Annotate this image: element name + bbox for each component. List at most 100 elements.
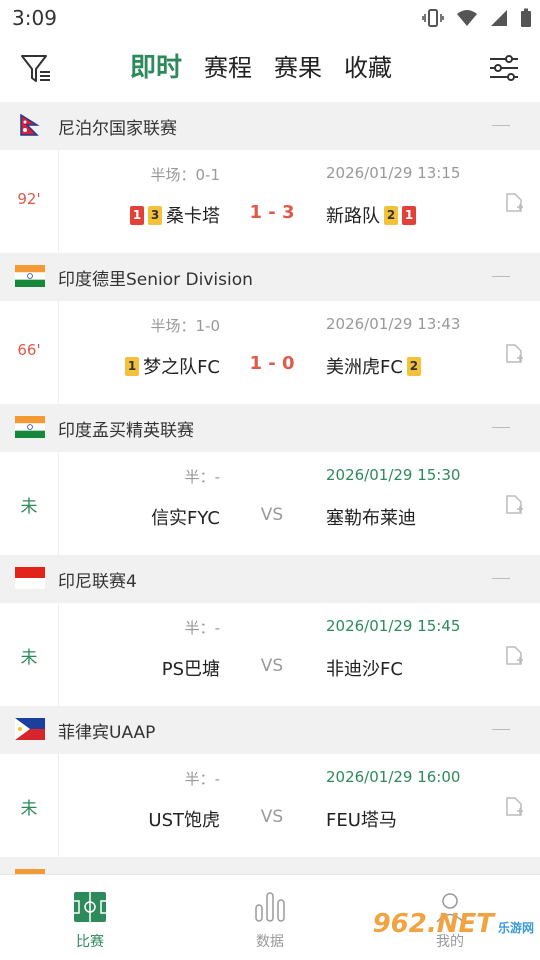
- add-favorite-icon[interactable]: [502, 794, 526, 818]
- home-team: 1 梦之队FC: [125, 353, 220, 379]
- match-score: 1 - 3: [249, 202, 295, 223]
- home-team-name: 梦之队FC: [143, 357, 220, 378]
- home-team: 1 3 桑卡塔: [130, 202, 220, 228]
- kickoff-time: 2026/01/29 13:43: [326, 315, 461, 333]
- top-bar: 即时 赛程 赛果 收藏: [0, 36, 540, 102]
- home-team-name: 信实FYC: [151, 508, 220, 529]
- tab-schedule[interactable]: 赛程: [204, 50, 252, 86]
- pitch-icon: [74, 892, 106, 922]
- divider: [58, 603, 59, 706]
- match-row[interactable]: 未 半：- 2026/01/29 15:30 信实FYC VS 塞勒布莱迪: [0, 452, 540, 555]
- away-team-name: 新路队: [326, 206, 380, 227]
- match-row[interactable]: 未 半：- 2026/01/29 15:45 PS巴塘 VS 非迪沙FC: [0, 603, 540, 706]
- kickoff-time: 2026/01/29 13:15: [326, 164, 461, 182]
- versus-label: VS: [260, 505, 284, 525]
- half-time-score: 半：-: [184, 770, 220, 788]
- divider: [58, 452, 59, 555]
- nepal-flag-icon: [20, 114, 40, 136]
- add-favorite-icon[interactable]: [502, 643, 526, 667]
- league-name: 印尼联赛4: [58, 572, 137, 592]
- red-card-badge: 1: [130, 205, 144, 225]
- india-flag-icon: [15, 265, 45, 287]
- nav-data-label: 数据: [256, 934, 284, 950]
- league-header[interactable]: 印度孟买精英联赛: [0, 404, 540, 452]
- divider: [58, 754, 59, 857]
- india-flag-icon: [15, 416, 45, 438]
- filter-button[interactable]: [18, 50, 54, 86]
- match-row[interactable]: 92' 半场：0-1 2026/01/29 13:15 1 3 桑卡塔 1 - …: [0, 150, 540, 253]
- match-status: 未: [20, 648, 38, 668]
- yellow-card-badge: 3: [148, 205, 162, 225]
- kickoff-time: 2026/01/29 15:45: [326, 617, 461, 635]
- kickoff-time: 2026/01/29 16:00: [326, 768, 461, 786]
- collapse-icon[interactable]: [492, 729, 510, 730]
- collapse-icon[interactable]: [492, 427, 510, 428]
- home-team: PS巴塘: [162, 655, 220, 681]
- away-team-name: FEU塔马: [326, 810, 397, 831]
- yellow-card-badge: 1: [125, 356, 140, 376]
- nav-matches-label: 比赛: [76, 934, 104, 950]
- tab-live[interactable]: 即时: [130, 50, 182, 86]
- nav-data[interactable]: 数据: [225, 891, 315, 951]
- home-team: UST饱虎: [148, 806, 220, 832]
- half-time-score: 半场：1-0: [150, 317, 221, 335]
- nav-matches[interactable]: 比赛: [45, 891, 135, 951]
- collapse-icon[interactable]: [492, 125, 510, 126]
- league-header[interactable]: 印度德里Senior Division: [0, 253, 540, 301]
- watermark-main: 962.NET: [372, 909, 494, 939]
- match-status: 未: [20, 497, 38, 517]
- bar-chart-icon: [255, 892, 285, 922]
- home-team: 信实FYC: [151, 504, 220, 530]
- indonesia-flag-icon: [15, 567, 45, 589]
- match-minute: 66': [17, 341, 41, 359]
- filter-icon: [21, 55, 50, 82]
- home-team-name: UST饱虎: [148, 810, 220, 831]
- match-row[interactable]: 66' 半场：1-0 2026/01/29 13:43 1 梦之队FC 1 - …: [0, 301, 540, 404]
- league-name: 菲律宾UAAP: [58, 723, 156, 743]
- league-header[interactable]: 尼泊尔国家联赛: [0, 102, 540, 150]
- match-list[interactable]: 尼泊尔国家联赛 92' 半场：0-1 2026/01/29 13:15 1 3 …: [0, 102, 540, 874]
- yellow-card-badge: 2: [384, 205, 398, 225]
- divider: [58, 301, 59, 404]
- away-team-name: 塞勒布莱迪: [326, 508, 416, 529]
- away-team-name: 美洲虎FC: [326, 357, 403, 378]
- yellow-card-badge: 2: [406, 356, 421, 376]
- watermark-sub: 乐游网: [497, 921, 534, 935]
- away-team: 塞勒布莱迪: [326, 504, 416, 530]
- bottom-nav: 比赛 数据 我的 962.NET 乐游网: [0, 874, 540, 960]
- watermark: 962.NET 乐游网: [373, 909, 534, 939]
- half-time-score: 半：-: [184, 468, 220, 486]
- home-team-name: 桑卡塔: [166, 206, 220, 227]
- main-tabs: 即时 赛程 赛果 收藏: [130, 50, 392, 86]
- match-row[interactable]: 未 半：- 2026/01/29 16:00 UST饱虎 VS FEU塔马: [0, 754, 540, 857]
- away-team: 新路队 2 1: [326, 202, 416, 228]
- status-bar: 3:09: [0, 0, 540, 36]
- league-header[interactable]: 菲律宾UAAP: [0, 706, 540, 754]
- half-time-score: 半场：0-1: [150, 166, 221, 184]
- divider: [58, 150, 59, 253]
- red-card-badge: 1: [402, 205, 416, 225]
- settings-button[interactable]: [486, 50, 522, 86]
- versus-label: VS: [260, 656, 284, 676]
- match-minute: 92': [17, 190, 41, 208]
- add-favorite-icon[interactable]: [502, 492, 526, 516]
- league-name: 印度孟买精英联赛: [58, 421, 194, 441]
- add-favorite-icon[interactable]: [502, 190, 526, 214]
- wifi-icon: [457, 10, 477, 26]
- collapse-icon[interactable]: [492, 578, 510, 579]
- match-status: 未: [20, 799, 38, 819]
- collapse-icon[interactable]: [492, 276, 510, 277]
- league-name: 印度德里Senior Division: [58, 270, 253, 290]
- league-header-partial[interactable]: [0, 857, 540, 874]
- away-team-name: 非迪沙FC: [326, 659, 403, 680]
- half-time-score: 半：-: [184, 619, 220, 637]
- away-team: 非迪沙FC: [326, 655, 403, 681]
- tab-favorites[interactable]: 收藏: [344, 50, 392, 86]
- philippines-flag-icon: [15, 718, 45, 740]
- tab-results[interactable]: 赛果: [274, 50, 322, 86]
- signal-icon: [491, 10, 507, 26]
- league-header[interactable]: 印尼联赛4: [0, 555, 540, 603]
- add-favorite-icon[interactable]: [502, 341, 526, 365]
- home-team-name: PS巴塘: [161, 659, 220, 680]
- clock: 3:09: [12, 6, 57, 30]
